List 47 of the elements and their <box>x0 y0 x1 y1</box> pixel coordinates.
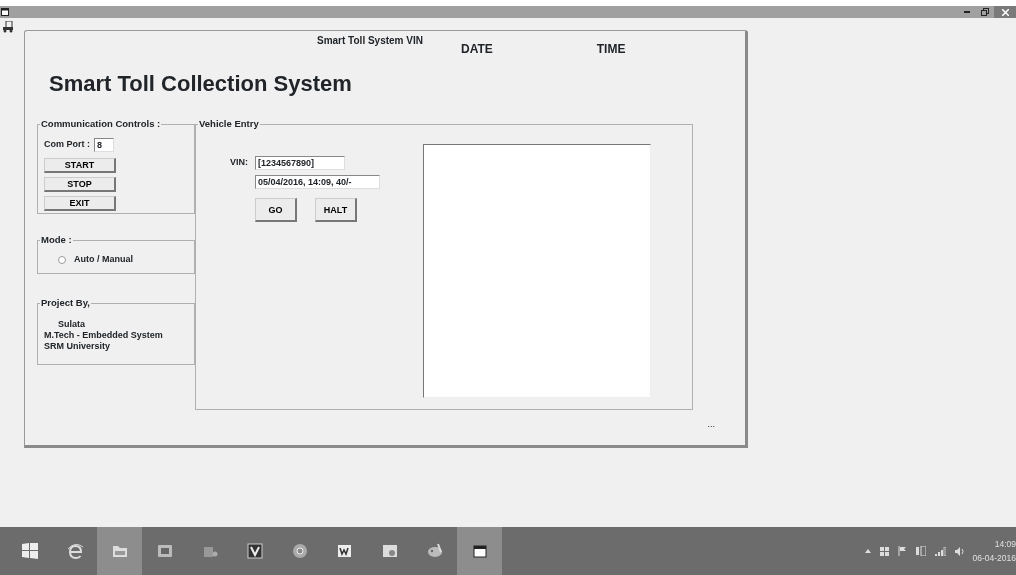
command-button[interactable]: START <box>44 158 116 173</box>
command-button[interactable]: HALT <box>315 198 357 222</box>
date-label: DATE <box>460 41 493 58</box>
vin-field[interactable]: [1234567890] <box>255 156 345 170</box>
project-text: SRM University <box>44 341 112 352</box>
flag-icon[interactable] <box>897 546 907 556</box>
group-legend: Mode : <box>40 234 73 246</box>
project-text: Sulata <box>57 319 86 330</box>
radio-button[interactable] <box>58 255 66 264</box>
slides-icon <box>381 543 398 559</box>
windows-logo-icon <box>21 543 38 559</box>
command-button[interactable]: EXIT <box>44 196 116 211</box>
window-icon <box>471 543 488 559</box>
radio-label: Auto / Manual <box>74 253 133 266</box>
photo-frame-icon <box>156 543 173 559</box>
window-icon <box>1 8 9 16</box>
status-text: ... <box>707 417 715 431</box>
up-arrow-icon[interactable] <box>864 549 871 553</box>
group-legend: Communication Controls : <box>40 118 162 130</box>
vehicle-icon <box>3 21 14 33</box>
vin-label: VIN: <box>230 156 249 170</box>
caption-label: Smart Toll System VIN <box>317 34 423 48</box>
com-port-field[interactable]: 8 <box>94 138 114 152</box>
minimize-icon <box>964 11 970 13</box>
app-title: Smart Toll Collection System <box>49 70 353 98</box>
time-label: TIME <box>596 41 626 58</box>
network-icon[interactable] <box>915 546 926 556</box>
clock[interactable]: 14:09 06-04-2016 <box>972 537 1016 565</box>
speaker-icon[interactable] <box>954 546 964 556</box>
folder-icon <box>111 543 128 559</box>
group-legend: Vehicle Entry <box>198 118 260 130</box>
windows-icon[interactable] <box>879 546 889 556</box>
signal-icon[interactable] <box>934 546 946 556</box>
browser-icon <box>66 543 83 559</box>
close-button[interactable] <box>994 6 1016 18</box>
com-port-label: Com Port : <box>44 138 90 152</box>
command-button[interactable]: GO <box>255 198 297 222</box>
details-field[interactable]: 05/04/2016, 14:09, 40/- <box>255 175 380 189</box>
project-text: M.Tech - Embedded System <box>44 330 164 341</box>
v-letter-square-icon <box>246 543 263 559</box>
taskbar-button[interactable] <box>457 527 502 575</box>
circle-icon <box>291 543 308 559</box>
close-icon <box>1001 8 1009 16</box>
group-legend: Project By, <box>40 297 91 309</box>
palette-icon <box>426 543 443 559</box>
document-icon <box>336 543 353 559</box>
command-button[interactable]: STOP <box>44 177 116 192</box>
